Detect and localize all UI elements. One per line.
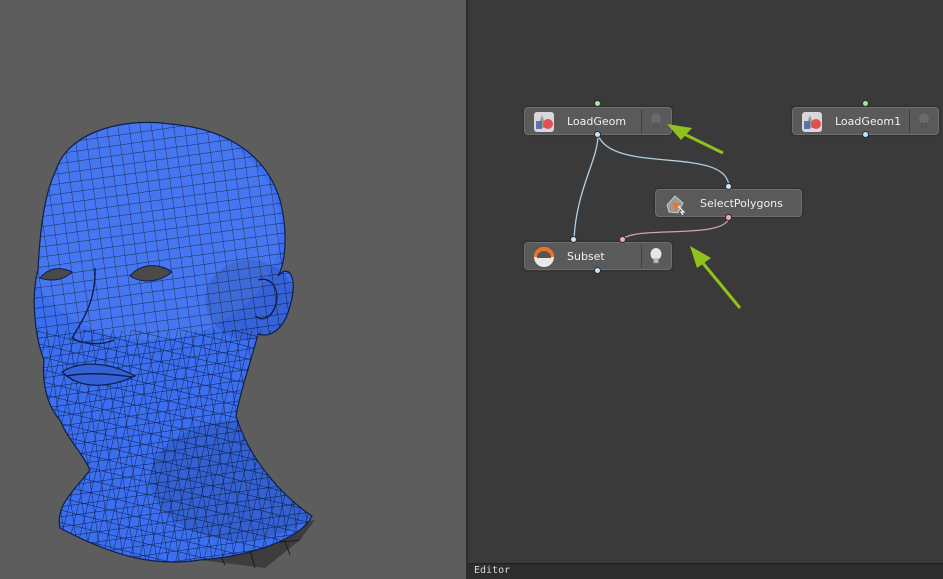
editor-panel-label: Editor [474, 565, 511, 576]
node-selectpolygons[interactable]: SelectPolygons [655, 189, 802, 217]
node-subset-label: Subset [567, 250, 605, 263]
selectpolygons-output-port[interactable] [725, 214, 732, 221]
subset-selection-port[interactable] [619, 236, 626, 243]
lightbulb-on-icon[interactable] [647, 247, 665, 266]
loadgeom-input-port[interactable] [594, 100, 601, 107]
node-loadgeom1-label: LoadGeom1 [835, 115, 902, 128]
loadgeom-output-port[interactable] [594, 131, 601, 138]
loadgeom-icon [802, 112, 822, 132]
loadgeom1-input-port[interactable] [862, 100, 869, 107]
node-wires [573, 134, 730, 241]
loadgeom-icon [534, 112, 554, 132]
wire-selectpolygons-subset [621, 217, 730, 241]
3d-viewport[interactable] [0, 0, 466, 579]
lightbulb-off-icon[interactable] [647, 112, 665, 131]
lightbulb-off-icon[interactable] [915, 112, 933, 131]
head-mesh-render[interactable] [0, 0, 466, 579]
subset-input-port[interactable] [570, 236, 577, 243]
selectpolygons-input-port[interactable] [725, 183, 732, 190]
node-editor[interactable]: LoadGeom LoadGeom1 SelectPolygons Subset… [468, 0, 943, 579]
subset-icon [534, 247, 554, 267]
wire-loadgeom-subset [573, 134, 599, 241]
node-selectpolygons-label: SelectPolygons [700, 197, 783, 210]
loadgeom1-output-port[interactable] [862, 131, 869, 138]
node-subset[interactable]: Subset [524, 242, 672, 270]
subset-output-port[interactable] [594, 267, 601, 274]
selectpolygons-icon [666, 195, 686, 215]
wire-loadgeom-selectpolygons [597, 134, 730, 188]
editor-status-bar: Editor [468, 563, 943, 579]
